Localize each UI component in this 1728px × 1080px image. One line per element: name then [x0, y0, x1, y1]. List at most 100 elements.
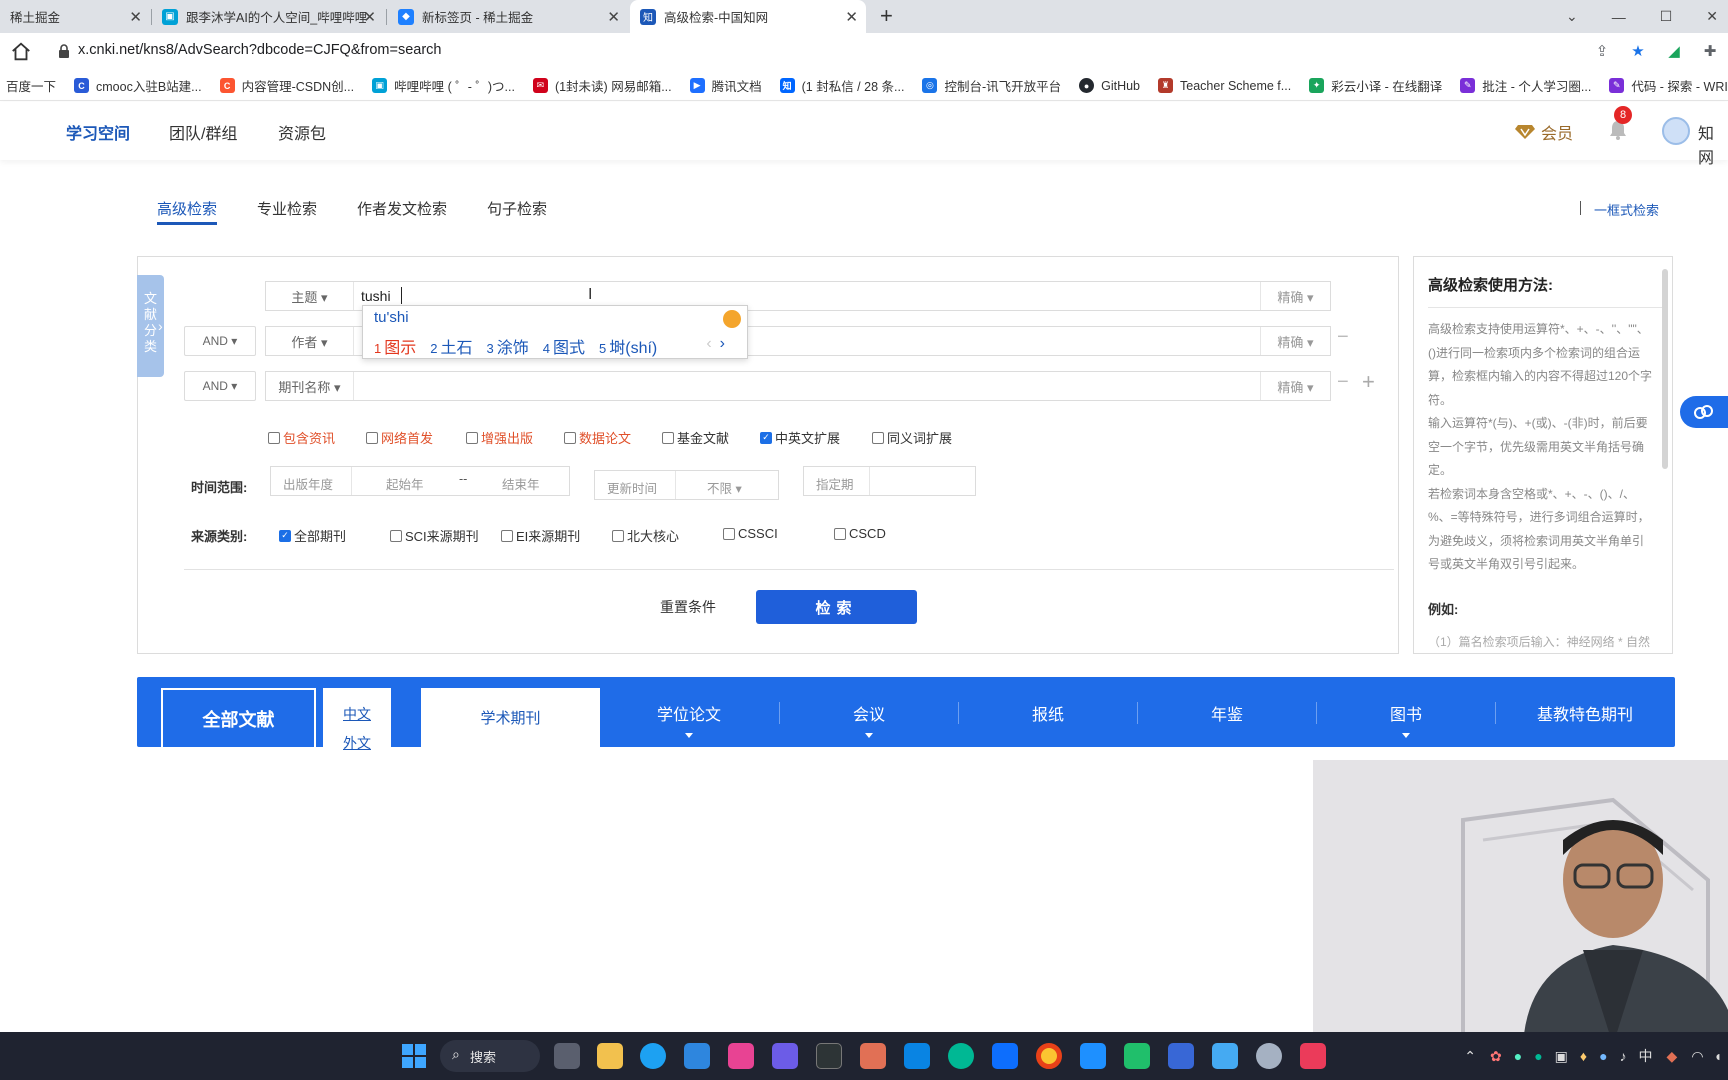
checkbox[interactable] — [366, 431, 378, 444]
search-button[interactable]: 检索 — [756, 590, 917, 624]
lang-foreign[interactable]: 外文 — [343, 733, 371, 753]
app-icon[interactable] — [1080, 1043, 1106, 1069]
share-icon[interactable]: ⇪ — [1592, 41, 1612, 61]
ime-candidate[interactable]: 3 涂饰 — [487, 334, 529, 358]
new-tab-button[interactable]: + — [880, 3, 893, 29]
tray-app-icon[interactable]: ✿ — [1490, 1048, 1502, 1065]
bookmark-item[interactable]: ✎代码 - 探索 - WRIT... — [1609, 76, 1728, 95]
file-explorer-icon[interactable] — [597, 1043, 623, 1069]
vip-link[interactable]: 会员 — [1515, 120, 1573, 144]
category-newspapers[interactable]: 报纸 — [959, 701, 1137, 725]
checkbox[interactable] — [723, 527, 735, 540]
chevron-right-icon[interactable]: › — [158, 318, 163, 334]
ime-prev-page-icon[interactable]: ‹ — [706, 335, 711, 352]
vscode-icon[interactable] — [904, 1043, 930, 1069]
microphone-icon[interactable]: ♪ — [1620, 1048, 1627, 1064]
volume-icon[interactable]: ◖ — [1714, 1048, 1722, 1064]
onebox-search-link[interactable]: 一框式检索 — [1594, 200, 1659, 219]
designated-issue-input[interactable]: 指定期 — [803, 466, 976, 496]
browser-tab-3[interactable]: ◆ 新标签页 - 稀土掘金 ✕ — [388, 0, 628, 33]
checkbox[interactable] — [390, 529, 402, 542]
windows-start-icon[interactable] — [402, 1044, 426, 1068]
bookmark-item[interactable]: 百度一下 — [6, 76, 56, 95]
source-pku-core[interactable]: 北大核心 — [612, 526, 679, 545]
checkbox[interactable] — [834, 527, 846, 540]
app-icon[interactable] — [1256, 1043, 1282, 1069]
match-select[interactable]: 精确 ▾ — [1260, 372, 1330, 400]
checkbox-checked[interactable]: ✓ — [760, 431, 772, 444]
tab-list-chevron-icon[interactable]: ⌄ — [1566, 8, 1578, 25]
checkbox[interactable] — [872, 431, 884, 444]
source-sci[interactable]: SCI来源期刊 — [390, 526, 479, 545]
bookmark-item[interactable]: ✎ 批注 - 个人学习圈... — [1460, 76, 1591, 95]
source-all-journals[interactable]: ✓ 全部期刊 — [279, 526, 346, 545]
bookmark-star-icon[interactable]: ★ — [1628, 41, 1648, 61]
start-year-input[interactable]: 起始年 — [386, 474, 424, 493]
app-icon[interactable] — [728, 1043, 754, 1069]
tray-app-icon[interactable]: ● — [1534, 1048, 1542, 1064]
browser-tab-1[interactable]: 稀土掘金 ✕ — [0, 0, 150, 33]
bookmark-item[interactable]: C 内容管理-CSDN创... — [219, 76, 354, 95]
reset-button[interactable]: 重置条件 — [660, 597, 716, 617]
field-select[interactable]: 作者 ▾ — [266, 327, 354, 355]
tray-app-icon[interactable]: ● — [1599, 1048, 1607, 1064]
home-icon[interactable] — [10, 41, 32, 63]
wifi-icon[interactable]: ◠ — [1691, 1048, 1703, 1065]
ime-candidate[interactable]: 2 土石 — [430, 334, 472, 358]
bookmark-item[interactable]: ✉ (1封未读) 网易邮箱... — [532, 76, 672, 95]
tab-sentence-search[interactable]: 句子检索 — [487, 198, 547, 219]
option-data-paper[interactable]: 数据论文 — [564, 428, 631, 447]
tab-author-search[interactable]: 作者发文检索 — [357, 198, 447, 219]
lock-icon[interactable] — [58, 44, 70, 58]
edge-icon[interactable] — [640, 1043, 666, 1069]
category-books[interactable]: 图书 — [1317, 701, 1495, 725]
tray-app-icon[interactable]: ● — [1514, 1048, 1522, 1064]
tray-app-icon[interactable]: ▣ — [1555, 1048, 1568, 1065]
checkbox-checked[interactable]: ✓ — [279, 529, 291, 542]
terminal-icon[interactable] — [816, 1043, 842, 1069]
category-journals[interactable]: 学术期刊 — [421, 688, 600, 747]
app-icon[interactable] — [1212, 1043, 1238, 1069]
close-icon[interactable]: ✕ — [363, 8, 376, 26]
checkbox[interactable] — [268, 431, 280, 444]
app-icon[interactable] — [992, 1043, 1018, 1069]
close-icon[interactable]: ✕ — [129, 8, 142, 26]
option-synonym-extension[interactable]: 同义词扩展 — [872, 428, 952, 447]
tray-app-icon[interactable]: ◆ — [1667, 1048, 1678, 1065]
scrollbar[interactable] — [1662, 269, 1668, 469]
ime-language-indicator[interactable]: 中 — [1639, 1046, 1653, 1066]
category-dissertations[interactable]: 学位论文 — [600, 701, 778, 725]
window-close-icon[interactable]: ✕ — [1706, 8, 1718, 25]
update-time-select[interactable]: 更新时间 不限 ▾ — [594, 470, 779, 500]
tray-app-icon[interactable]: ♦ — [1580, 1048, 1587, 1064]
address-bar[interactable]: x.cnki.net/kns8/AdvSearch?dbcode=CJFQ&fr… — [78, 42, 441, 58]
logic-select[interactable]: AND ▾ — [184, 326, 256, 356]
field-select[interactable]: 主题 ▾ — [266, 282, 354, 310]
bookmark-item[interactable]: ♜ Teacher Scheme f... — [1158, 78, 1291, 93]
user-name[interactable]: 知网 — [1698, 120, 1728, 168]
lang-chinese[interactable]: 中文 — [343, 704, 371, 724]
ime-candidate[interactable]: 4 图式 — [543, 334, 585, 358]
app-icon[interactable] — [772, 1043, 798, 1069]
extensions-puzzle-icon[interactable]: ✚ — [1700, 41, 1720, 61]
checkbox[interactable] — [501, 529, 513, 542]
ime-next-page-icon[interactable]: › — [720, 335, 725, 352]
option-cn-en-extension[interactable]: ✓ 中英文扩展 — [760, 428, 840, 447]
app-icon[interactable] — [1168, 1043, 1194, 1069]
remove-row-button[interactable]: − — [1337, 326, 1349, 349]
browser-tab-active[interactable]: 知 高级检索-中国知网 ✕ — [630, 0, 866, 33]
source-ei[interactable]: EI来源期刊 — [501, 526, 580, 545]
wechat-icon[interactable] — [1124, 1043, 1150, 1069]
tab-advanced-search[interactable]: 高级检索 — [157, 198, 217, 219]
category-all[interactable]: 全部文献 — [161, 688, 316, 747]
chevron-up-icon[interactable]: ⌃ — [1464, 1048, 1476, 1065]
app-icon[interactable] — [948, 1043, 974, 1069]
field-select[interactable]: 期刊名称 ▾ — [266, 372, 354, 400]
category-conference[interactable]: 会议 — [780, 701, 958, 725]
category-yearbooks[interactable]: 年鉴 — [1138, 701, 1316, 725]
browser-tab-2[interactable]: ▣ 跟李沐学AI的个人空间_哔哩哔哩 ✕ — [152, 0, 384, 33]
taskbar-search[interactable]: ⌕ 搜索 — [440, 1040, 540, 1072]
nav-resource-pack[interactable]: 资源包 — [278, 120, 326, 144]
bookmark-item[interactable]: 知 (1 封私信 / 28 条... — [779, 76, 904, 95]
wps-icon[interactable] — [1300, 1043, 1326, 1069]
